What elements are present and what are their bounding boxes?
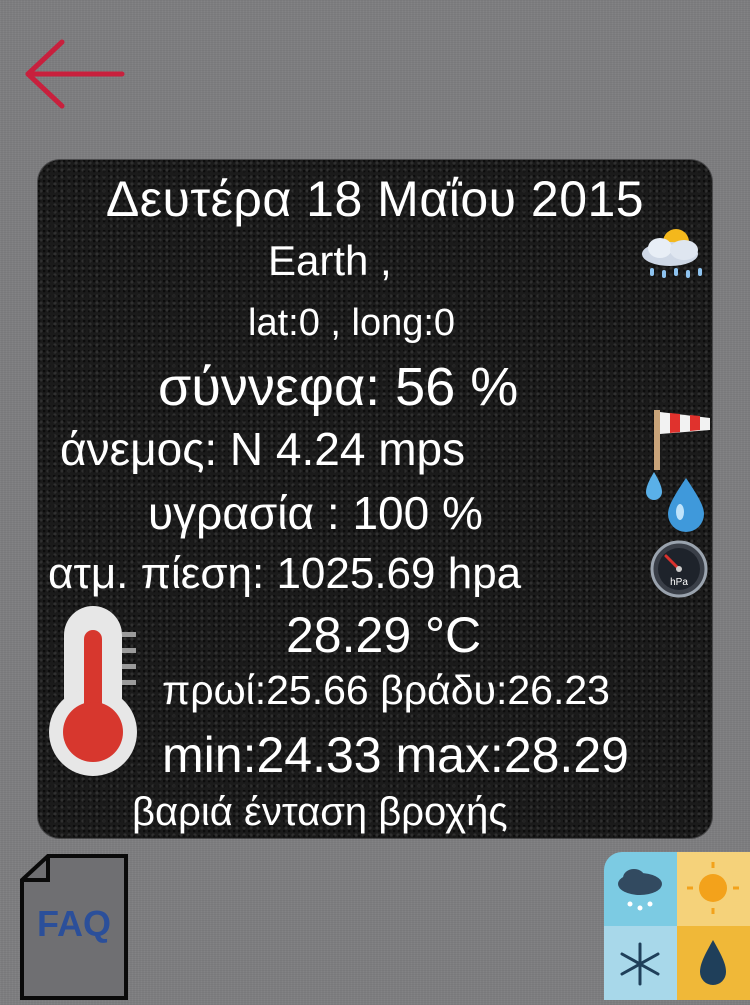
weather-apps-grid-icon — [604, 852, 750, 1000]
back-button[interactable] — [20, 34, 130, 114]
temperature-label: 28.29 °C — [286, 607, 482, 663]
arrow-left-icon — [25, 39, 125, 109]
weather-description: βαριά ένταση βροχής — [132, 790, 508, 834]
windsock-icon — [654, 410, 710, 470]
faq-button[interactable]: FAQ — [18, 854, 130, 1000]
partly-cloudy-rain-icon — [642, 229, 702, 278]
weather-apps-button[interactable] — [604, 852, 750, 1000]
weather-panel: Δευτέρα 18 Μαΐου 2015 Earth , lat:0 , lo… — [38, 160, 712, 838]
wind-label: άνεμος: N 4.24 mps — [60, 423, 466, 475]
water-drop-icon — [646, 472, 704, 532]
date-label: Δευτέρα 18 Μαΐου 2015 — [105, 171, 645, 227]
coordinates-label: lat:0 , long:0 — [248, 302, 456, 344]
pressure-label: ατμ. πίεση: 1025.69 hpa — [48, 549, 522, 598]
thermometer-icon — [49, 606, 137, 776]
location-label: Earth , — [268, 237, 392, 284]
min-max-label: min:24.33 max:28.29 — [162, 727, 629, 783]
faq-document-icon: FAQ — [20, 854, 128, 1000]
barometer-icon: hPa — [650, 540, 708, 598]
clouds-label: σύννεφα: 56 % — [158, 357, 519, 417]
humidity-label: υγρασία : 100 % — [148, 487, 483, 539]
pressure-unit-label: hPa — [670, 577, 688, 588]
morning-evening-label: πρωί:25.66 βράδυ:26.23 — [162, 667, 610, 713]
faq-label: FAQ — [37, 903, 111, 944]
